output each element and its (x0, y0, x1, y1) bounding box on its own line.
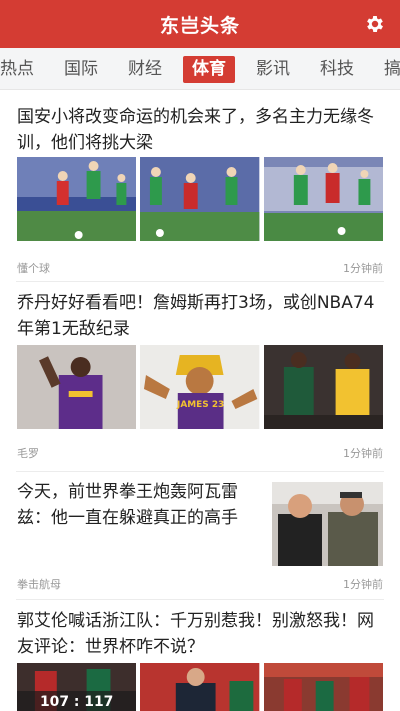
settings-button[interactable] (362, 11, 388, 37)
tab-hot[interactable]: 热点 (0, 56, 43, 83)
app-title: 东岂头条 (159, 14, 240, 37)
tab-tech[interactable]: 科技 (311, 56, 363, 83)
tab-row: 热点 国际 财经 体育 影讯 科技 搞笑 (0, 48, 400, 89)
news-item[interactable]: 国安小将改变命运的机会来了，多名主力无缘冬训，他们将挑大梁 懂个球 1分钟前 (0, 90, 400, 282)
football-match-photo (263, 157, 383, 241)
news-source: 毛罗 (17, 447, 39, 460)
news-headline: 乔丹好好看看吧！詹姆斯再打3场，或创NBA74年第1无敌纪录 (17, 293, 375, 339)
coach-photo (140, 663, 260, 711)
news-thumbnails: JAMES 23 (17, 345, 383, 429)
lakers-player-illustration: JAMES 23 (140, 345, 260, 429)
news-meta: 拳击航母 1分钟前 (17, 576, 383, 592)
app-header: 东岂头条 (0, 0, 400, 48)
basketball-player-photo (17, 345, 137, 429)
football-match-photo (140, 157, 260, 241)
news-time: 1分钟前 (343, 262, 383, 275)
news-time: 1分钟前 (343, 578, 383, 591)
news-meta: 懂个球 1分钟前 (17, 260, 383, 276)
basketball-game-photo (263, 345, 383, 429)
news-item[interactable]: 今天，前世界拳王炮轰阿瓦雷兹：他一直在躲避真正的高手 拳击航母 1分钟前 (0, 472, 400, 600)
news-meta: 毛罗 1分钟前 (17, 445, 383, 461)
tab-sports[interactable]: 体育 (183, 55, 235, 83)
tab-movies[interactable]: 影讯 (247, 56, 299, 83)
jersey-text: JAMES 23 (176, 400, 224, 410)
tab-international[interactable]: 国际 (55, 56, 107, 83)
news-headline: 今天，前世界拳王炮轰阿瓦雷兹：他一直在躲避真正的高手 (17, 482, 238, 528)
category-tab-bar: 热点 国际 财经 体育 影讯 科技 搞笑 (0, 48, 400, 90)
football-match-photo (17, 157, 137, 241)
boxers-photo (272, 482, 383, 566)
news-source: 懂个球 (17, 262, 50, 275)
news-thumbnails: 107 : 117 (17, 663, 383, 711)
basketball-game-photo (263, 663, 383, 711)
news-source: 拳击航母 (17, 578, 61, 591)
news-item[interactable]: 乔丹好好看看吧！詹姆斯再打3场，或创NBA74年第1无敌纪录 JAMES 23 … (0, 282, 400, 472)
news-item[interactable]: 郭艾伦喊话浙江队：千万别惹我！别激怒我！网友评论：世界杯咋不说？ 107 : 1… (0, 600, 400, 711)
news-headline: 国安小将改变命运的机会来了，多名主力无缘冬训，他们将挑大梁 (17, 107, 374, 153)
gear-icon (367, 16, 383, 32)
tab-finance[interactable]: 财经 (119, 56, 171, 83)
news-time: 1分钟前 (343, 447, 383, 460)
news-headline: 郭艾伦喊话浙江队：千万别惹我！别激怒我！网友评论：世界杯咋不说？ (17, 611, 374, 657)
basketball-game-photo: 107 : 117 (17, 663, 137, 711)
news-thumbnails (17, 157, 383, 241)
score-text: 107 : 117 (40, 694, 113, 710)
tab-funny[interactable]: 搞笑 (375, 56, 400, 83)
